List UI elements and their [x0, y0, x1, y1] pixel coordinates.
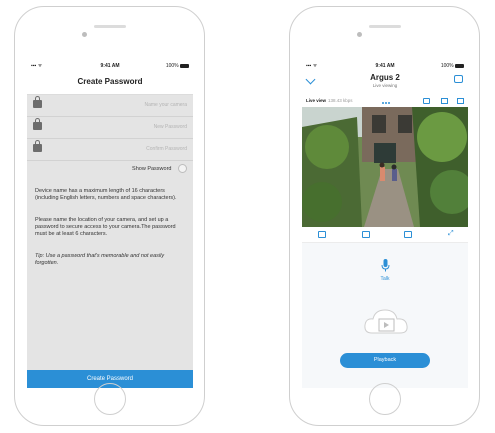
camera-settings-icon[interactable] — [454, 75, 463, 83]
home-button[interactable] — [368, 383, 401, 415]
live-view-header: Argus 2 Live viewing — [302, 71, 468, 95]
talk-label: Talk — [380, 276, 390, 282]
show-password-label: Show Password — [132, 165, 172, 172]
front-camera — [82, 32, 87, 37]
status-bar: ▪▪▪ ᯤ 9:41 AM 100% — [27, 60, 193, 71]
show-password-toggle[interactable]: Show Password — [132, 164, 187, 173]
front-camera — [357, 32, 362, 37]
camera-name-placeholder: Name your camera — [144, 102, 187, 108]
new-password-field[interactable]: New Password — [27, 117, 193, 139]
phone-frame-right: ▪▪▪ ᯤ 9:41 AM 100% Argus 2 Live viewing … — [289, 6, 480, 426]
info-text-tip: Tip: Use a password that's memorable and… — [35, 253, 165, 266]
battery-icon — [180, 63, 189, 68]
battery-percent: 100% — [165, 63, 179, 69]
speaker-icon[interactable] — [423, 98, 430, 104]
bitrate-readout: 138.43 kbps — [328, 98, 353, 103]
loading-dots-icon — [382, 100, 391, 105]
garden-scene-image — [302, 107, 468, 227]
camera-title: Argus 2 — [370, 73, 400, 82]
speaker-grille — [368, 25, 401, 28]
live-view-toolbar: Live view 138.43 kbps — [302, 96, 468, 106]
confirm-password-placeholder: Confirm Password — [146, 146, 187, 152]
fullscreen-expand-icon[interactable]: ⤢ — [448, 230, 456, 237]
live-camera-feed[interactable] — [302, 107, 468, 227]
info-text-password-rules: Please name the location of your camera,… — [35, 217, 176, 237]
split-screen-icon[interactable] — [318, 231, 326, 238]
battery-icon — [455, 63, 464, 68]
confirm-password-field[interactable]: Confirm Password — [27, 139, 193, 161]
grid-view-icon[interactable] — [457, 98, 464, 104]
lock-icon — [33, 140, 42, 152]
create-password-screen: ▪▪▪ ᯤ 9:41 AM 100% Create Password Name … — [27, 60, 193, 388]
playback-controls: ⤢ — [302, 228, 468, 243]
record-video-icon[interactable] — [404, 231, 412, 238]
camera-subtitle: Live viewing — [372, 83, 398, 88]
home-button[interactable] — [93, 383, 126, 415]
battery-percent: 100% — [440, 63, 454, 69]
status-bar: ▪▪▪ ᯤ 9:41 AM 100% — [302, 60, 468, 71]
quality-hd-icon[interactable] — [441, 98, 448, 104]
microphone-icon[interactable] — [381, 259, 390, 272]
camera-icon — [33, 96, 42, 108]
phone-frame-left: ▪▪▪ ᯤ 9:41 AM 100% Create Password Name … — [14, 6, 205, 426]
snapshot-camera-icon[interactable] — [362, 231, 370, 238]
info-text-name-rules: Device name has a maximum length of 16 c… — [35, 188, 177, 201]
camera-name-field[interactable]: Name your camera — [27, 95, 193, 117]
live-view-screen: ▪▪▪ ᯤ 9:41 AM 100% Argus 2 Live viewing … — [302, 60, 468, 388]
new-password-placeholder: New Password — [153, 124, 187, 130]
lock-icon — [33, 118, 42, 130]
live-view-label: Live view — [306, 98, 327, 103]
talk-panel: Talk Playback — [302, 243, 468, 388]
playback-button[interactable]: Playback — [340, 353, 430, 368]
page-title: Create Password — [27, 71, 193, 95]
radio-circle-icon[interactable] — [178, 164, 187, 173]
cloud-video-icon — [364, 309, 408, 334]
speaker-grille — [93, 25, 126, 28]
